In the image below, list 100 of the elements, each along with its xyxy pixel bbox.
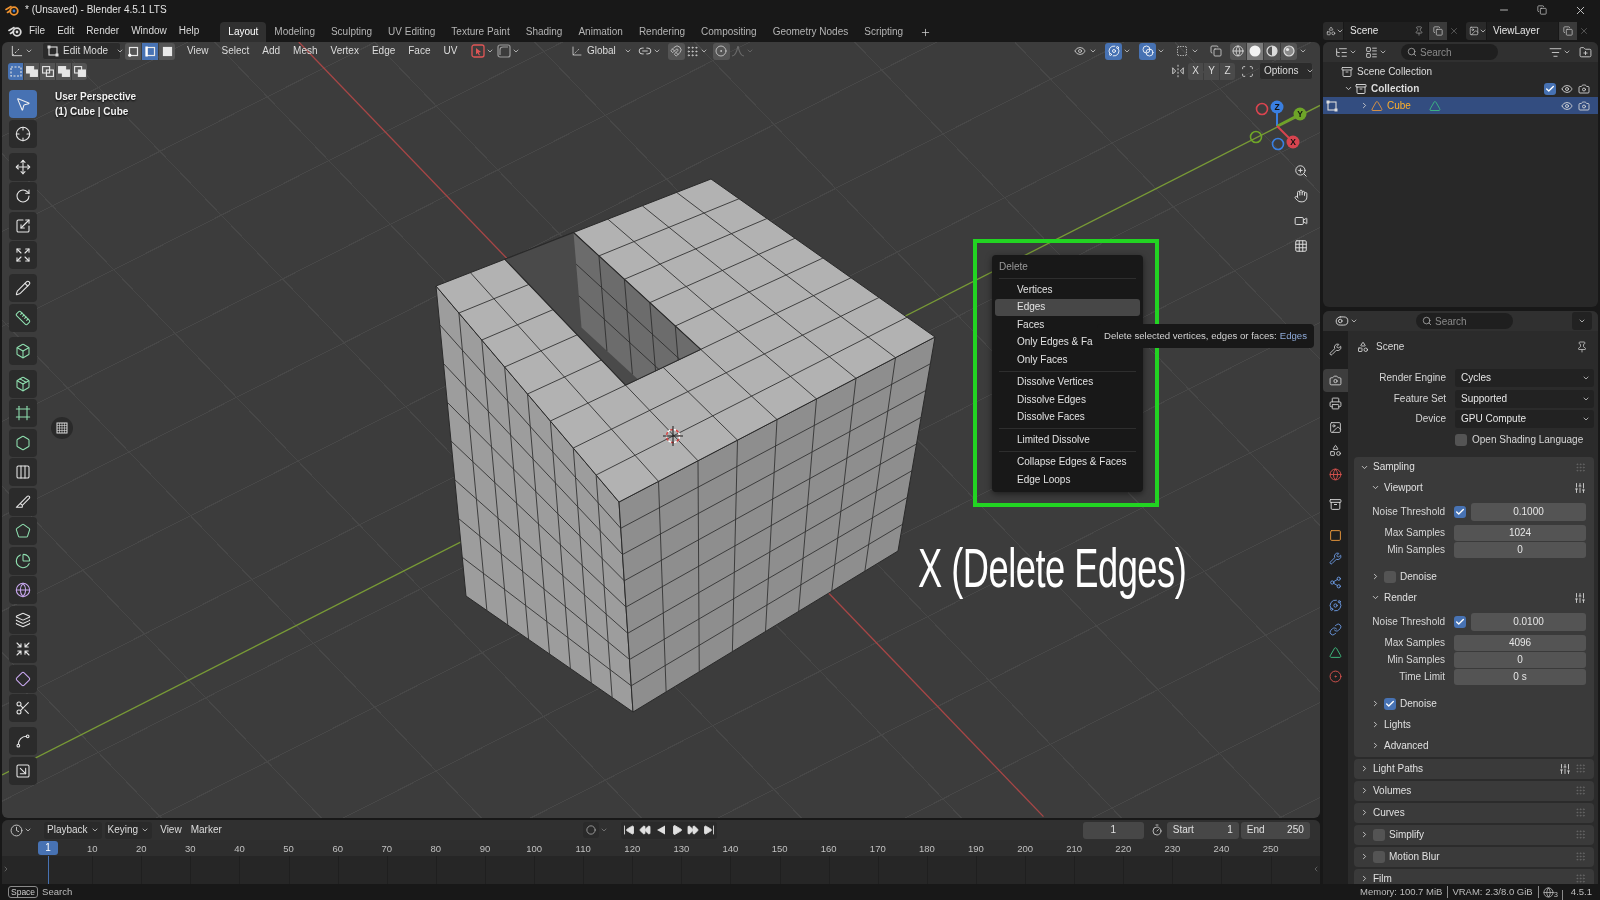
- grid-icon[interactable]: [1294, 239, 1308, 253]
- caret-icon[interactable]: [24, 826, 32, 834]
- panel-title[interactable]: Film: [1373, 872, 1392, 884]
- corner-path-icon[interactable]: [496, 44, 511, 58]
- tool-button[interactable]: [9, 303, 37, 332]
- caret-icon[interactable]: [1123, 47, 1131, 55]
- tool-button[interactable]: [9, 727, 37, 755]
- workspace-tab[interactable]: Texture Paint: [443, 22, 518, 42]
- menu-item[interactable]: View: [157, 821, 185, 839]
- menu-item[interactable]: Keying: [104, 821, 153, 839]
- workspace-tab[interactable]: Modeling: [266, 22, 323, 42]
- tool-button[interactable]: [9, 576, 37, 604]
- tool-button[interactable]: [9, 694, 37, 722]
- snap-button[interactable]: [667, 42, 685, 60]
- grip-icon[interactable]: [1575, 851, 1586, 862]
- caret-icon[interactable]: [25, 47, 33, 55]
- panel-title[interactable]: Lights: [1384, 718, 1411, 731]
- selection-op-button[interactable]: [24, 62, 39, 80]
- chevron-icon[interactable]: [1371, 720, 1380, 729]
- grip-icon[interactable]: [1575, 807, 1586, 818]
- caret-icon[interactable]: [1191, 47, 1199, 55]
- eye-icon[interactable]: [1561, 99, 1573, 112]
- select-mode-button[interactable]: [159, 42, 175, 60]
- overlay-toggle[interactable]: [1207, 42, 1224, 60]
- axis-button[interactable]: Z: [1220, 62, 1235, 80]
- folder-plus-icon[interactable]: [1579, 45, 1592, 59]
- axis-gizmo-drawing[interactable]: [1249, 100, 1307, 151]
- menu-item[interactable]: File: [23, 25, 52, 37]
- number-field[interactable]: 4096: [1454, 635, 1586, 651]
- selection-op-button[interactable]: [40, 62, 55, 80]
- pointer-square-icon[interactable]: [470, 44, 485, 58]
- tool-button[interactable]: [9, 336, 37, 365]
- play-icon[interactable]: [670, 824, 683, 836]
- panel-title[interactable]: Viewport: [1384, 481, 1423, 494]
- tool-button[interactable]: [9, 211, 37, 240]
- tool-button[interactable]: [9, 664, 37, 693]
- menu-item[interactable]: Vertex: [324, 45, 366, 57]
- filter-icon[interactable]: [1549, 45, 1562, 59]
- scene-dropdown[interactable]: [1323, 22, 1343, 40]
- dropdown-field[interactable]: GPU Compute: [1455, 410, 1594, 429]
- caret-icon[interactable]: [1299, 47, 1307, 55]
- scan-icon[interactable]: [1241, 64, 1254, 78]
- chevron-icon[interactable]: [1371, 572, 1380, 581]
- menu-item[interactable]: Dissolve Faces: [995, 408, 1140, 426]
- playhead-frame[interactable]: 1: [38, 841, 58, 855]
- menu-item[interactable]: UV: [437, 45, 464, 57]
- chevron-icon[interactable]: [1360, 764, 1369, 773]
- panel-title[interactable]: Light Paths: [1373, 762, 1424, 775]
- number-field[interactable]: 0: [1454, 542, 1586, 558]
- outliner-row[interactable]: Collection: [1323, 80, 1598, 97]
- workspace-tab[interactable]: Sculpting: [322, 22, 381, 42]
- menu-item[interactable]: Face: [401, 45, 437, 57]
- link-icon[interactable]: [637, 44, 652, 58]
- tool-button[interactable]: [9, 487, 37, 516]
- zoom-icon[interactable]: [1294, 164, 1308, 178]
- menu-item[interactable]: Help: [172, 25, 206, 37]
- menu-item[interactable]: Dissolve Edges: [995, 391, 1140, 409]
- search-field[interactable]: Search: [1401, 44, 1498, 60]
- menu-item[interactable]: Edges: [995, 298, 1140, 316]
- tool-button[interactable]: [9, 152, 37, 181]
- end-field[interactable]: End 250: [1240, 821, 1310, 839]
- selection-op-button[interactable]: [8, 62, 23, 80]
- checkbox[interactable]: [1384, 697, 1396, 710]
- chevron-icon[interactable]: [1360, 830, 1369, 839]
- caret-icon[interactable]: [699, 47, 708, 55]
- copy-button[interactable]: [1429, 22, 1447, 40]
- tool-button[interactable]: [9, 399, 37, 427]
- shading-button[interactable]: [1230, 42, 1246, 60]
- grip-icon[interactable]: [1575, 873, 1586, 884]
- caret-icon[interactable]: [1379, 48, 1387, 56]
- chevron-icon[interactable]: [1360, 786, 1369, 795]
- tool-button[interactable]: [9, 182, 37, 210]
- workspace-tab[interactable]: Rendering: [630, 22, 694, 42]
- caret-icon[interactable]: [1350, 317, 1358, 325]
- menu-item[interactable]: Add: [255, 45, 287, 57]
- grip-icon[interactable]: [685, 44, 699, 58]
- number-field[interactable]: 0: [1454, 652, 1586, 668]
- properties-tab[interactable]: [1323, 368, 1348, 392]
- orientation-dropdown[interactable]: Global: [566, 42, 630, 60]
- axis-button[interactable]: Y: [1204, 62, 1219, 80]
- tool-button[interactable]: [9, 546, 37, 575]
- globe-icon[interactable]: [1542, 886, 1554, 898]
- menu-item[interactable]: Playback: [44, 821, 102, 839]
- checkbox[interactable]: [1454, 616, 1466, 628]
- layout-list-icon[interactable]: [1365, 45, 1378, 59]
- list-tree-icon[interactable]: [1335, 45, 1348, 59]
- tool-button[interactable]: [9, 119, 37, 148]
- chevron-icon[interactable]: [1371, 593, 1380, 602]
- grip-icon[interactable]: [1575, 829, 1586, 840]
- menu-item[interactable]: Vertices: [995, 281, 1140, 299]
- clock-icon[interactable]: [10, 823, 23, 837]
- menu-item[interactable]: Select: [215, 45, 256, 57]
- timer-icon[interactable]: [1150, 824, 1163, 836]
- checkbox-label[interactable]: Open Shading Language: [1472, 433, 1584, 446]
- chevron-icon[interactable]: [1343, 84, 1353, 93]
- dropdown-field[interactable]: Supported: [1455, 389, 1594, 408]
- proportional-edit-button[interactable]: [712, 42, 730, 60]
- shading-button[interactable]: [1247, 42, 1263, 60]
- workspace-tab[interactable]: UV Editing: [380, 22, 444, 42]
- chevron-icon[interactable]: [1360, 874, 1369, 883]
